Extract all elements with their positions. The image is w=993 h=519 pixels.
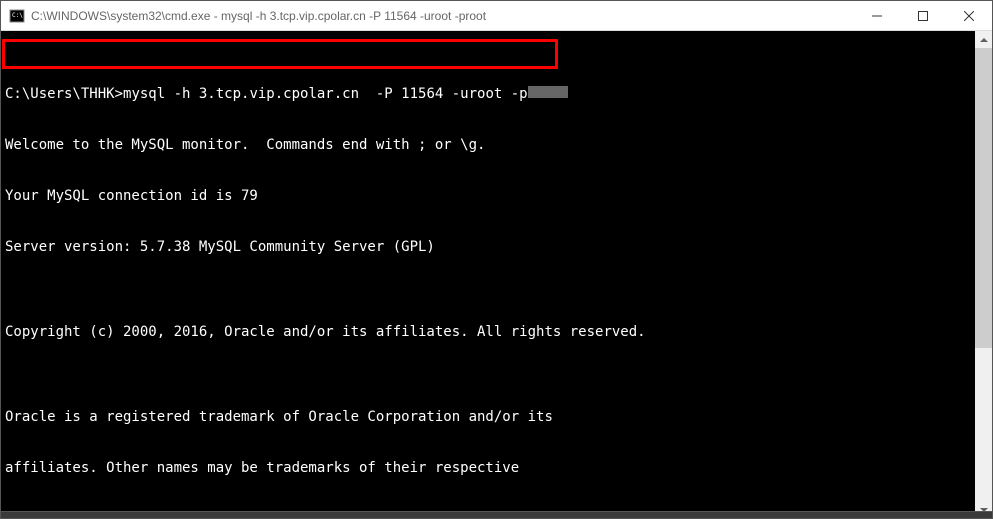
output-line: Welcome to the MySQL monitor. Commands e…: [5, 137, 975, 154]
output-line: Copyright (c) 2000, 2016, Oracle and/or …: [5, 324, 975, 341]
taskbar-edge: [1, 511, 992, 518]
window-titlebar[interactable]: C:\ C:\WINDOWS\system32\cmd.exe - mysql …: [1, 1, 992, 31]
vertical-scrollbar[interactable]: [975, 31, 992, 518]
window-title: C:\WINDOWS\system32\cmd.exe - mysql -h 3…: [31, 9, 854, 23]
command-prompt-line: C:\Users\THHK>mysql -h 3.tcp.vip.cpolar.…: [5, 86, 975, 103]
scroll-thumb[interactable]: [975, 48, 992, 348]
output-line: affiliates. Other names may be trademark…: [5, 460, 975, 477]
output-line: Server version: 5.7.38 MySQL Community S…: [5, 239, 975, 256]
command-text: mysql -h 3.tcp.vip.cpolar.cn -P 11564 -u…: [123, 86, 528, 103]
redacted-password: [528, 86, 568, 98]
terminal-output[interactable]: C:\Users\THHK>mysql -h 3.tcp.vip.cpolar.…: [1, 31, 975, 518]
svg-text:C:\: C:\: [12, 12, 23, 19]
command-highlight-box: [2, 39, 558, 69]
prompt-path: C:\Users\THHK>: [5, 86, 123, 103]
output-line: Oracle is a registered trademark of Orac…: [5, 409, 975, 426]
minimize-button[interactable]: [854, 1, 900, 30]
scroll-up-arrow-icon[interactable]: [975, 31, 992, 48]
output-line: Your MySQL connection id is 79: [5, 188, 975, 205]
close-button[interactable]: [946, 1, 992, 30]
window-controls: [854, 1, 992, 30]
maximize-button[interactable]: [900, 1, 946, 30]
cmd-icon: C:\: [9, 8, 25, 24]
terminal-area: C:\Users\THHK>mysql -h 3.tcp.vip.cpolar.…: [1, 31, 992, 518]
